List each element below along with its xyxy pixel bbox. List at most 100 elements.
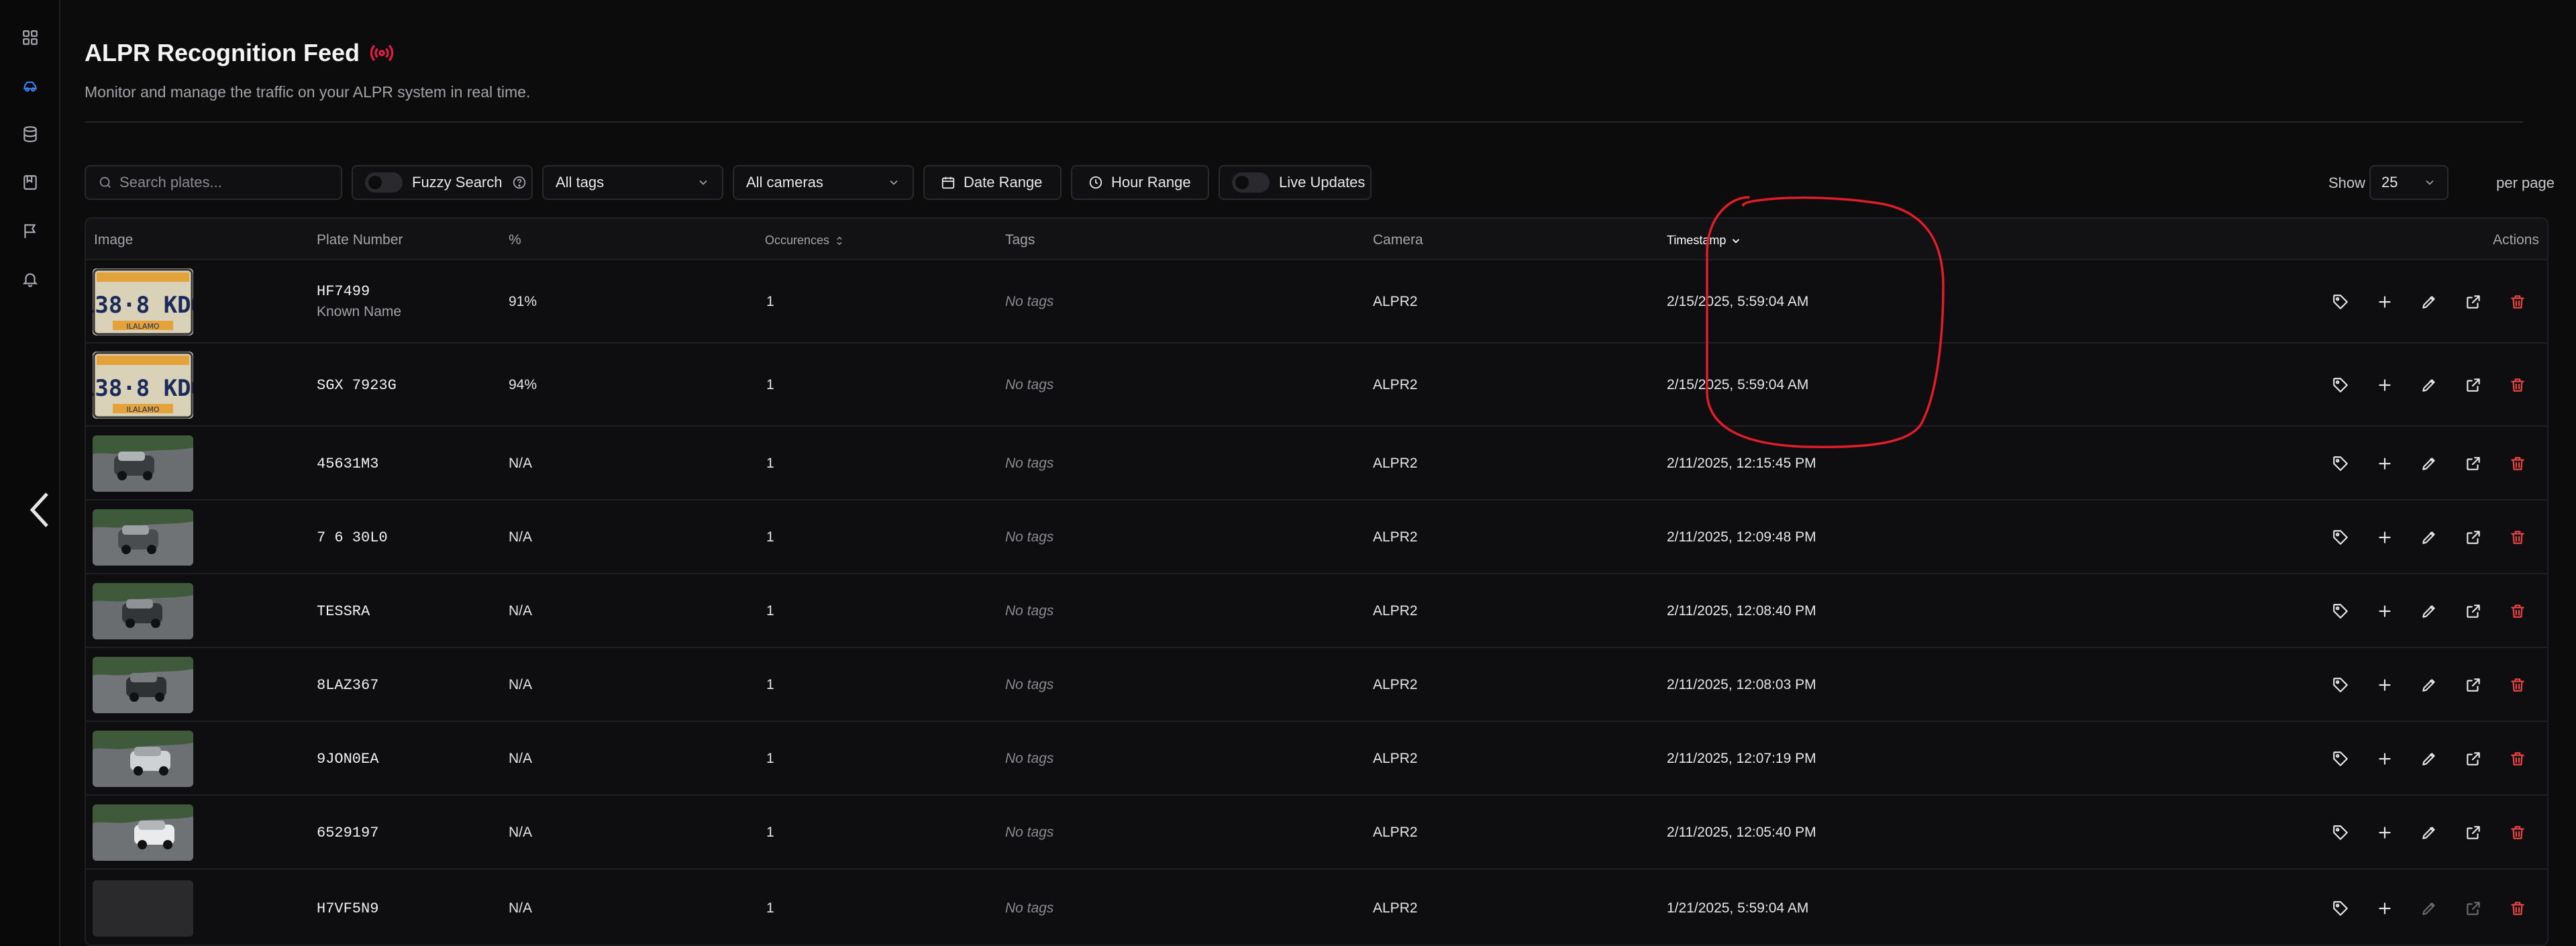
plus-icon[interactable]	[2375, 899, 2394, 918]
plus-icon[interactable]	[2375, 749, 2394, 768]
table-row[interactable]: 138·8 KDO ILALAMO HF7499 Known Name 91% …	[86, 260, 2547, 344]
trash-icon[interactable]	[2508, 823, 2527, 842]
column-plate-number[interactable]: Plate Number	[317, 232, 403, 248]
fuzzy-search-control[interactable]: Fuzzy Search	[352, 165, 533, 200]
book-icon[interactable]	[19, 172, 41, 193]
plate-number[interactable]: H7VF5N9	[317, 900, 378, 917]
search-box[interactable]	[85, 165, 342, 200]
table-row[interactable]: 9JON0EA N/A 1 No tags ALPR2 2/11/2025, 12…	[86, 722, 2547, 796]
trash-icon[interactable]	[2508, 676, 2527, 694]
table-row[interactable]: 45631M3 N/A 1 No tags ALPR2 2/11/2025, 12…	[86, 427, 2547, 501]
table-row[interactable]: TESSRA N/A 1 No tags ALPR2 2/11/2025, 12:…	[86, 574, 2547, 648]
bell-icon[interactable]	[19, 268, 41, 290]
table-row[interactable]: 7 6 30L0 N/A 1 No tags ALPR2 2/11/2025, 1…	[86, 501, 2547, 574]
vehicle-image[interactable]	[93, 804, 193, 861]
plate-number[interactable]: 9JON0EA	[317, 751, 378, 768]
tag-icon[interactable]	[2331, 899, 2350, 918]
pencil-icon[interactable]	[2420, 749, 2438, 768]
flag-icon[interactable]	[19, 220, 41, 242]
trash-icon[interactable]	[2508, 376, 2527, 395]
per-page-value: 25	[2381, 174, 2398, 191]
external-link-icon[interactable]	[2464, 376, 2483, 395]
plate-number[interactable]: 6529197	[317, 825, 378, 841]
tag-icon[interactable]	[2331, 376, 2350, 395]
tag-icon[interactable]	[2331, 528, 2350, 547]
plate-image[interactable]: 138·8 KDO ILALAMO	[93, 268, 193, 335]
plate-number[interactable]: 7 6 30L0	[317, 529, 388, 546]
live-updates-toggle[interactable]	[1232, 172, 1270, 193]
search-input[interactable]	[119, 174, 334, 191]
live-updates-control[interactable]: Live Updates	[1219, 165, 1372, 200]
plate-number[interactable]: TESSRA	[317, 603, 370, 620]
trash-icon[interactable]	[2508, 899, 2527, 918]
database-icon[interactable]	[19, 123, 41, 145]
help-icon[interactable]	[512, 175, 527, 190]
vehicle-image[interactable]	[93, 657, 193, 713]
column-percent[interactable]: %	[509, 232, 521, 248]
vehicle-image[interactable]	[93, 583, 193, 639]
trash-icon[interactable]	[2508, 528, 2527, 547]
column-timestamp[interactable]: Timestamp	[1667, 233, 1742, 248]
plus-icon[interactable]	[2375, 293, 2394, 311]
pencil-icon[interactable]	[2420, 528, 2438, 547]
car-icon[interactable]	[19, 75, 41, 97]
external-link-icon[interactable]	[2464, 749, 2483, 768]
plus-icon[interactable]	[2375, 454, 2394, 473]
tag-icon[interactable]	[2331, 823, 2350, 842]
table-row[interactable]: 138·8 KDO ILALAMOSGX 7923G94% 1 No tags …	[86, 344, 2547, 427]
hour-range-button[interactable]: Hour Range	[1071, 165, 1209, 200]
tag-icon[interactable]	[2331, 293, 2350, 311]
plate-number[interactable]: 8LAZ367	[317, 677, 378, 694]
external-link-icon[interactable]	[2464, 528, 2483, 547]
external-link-icon[interactable]	[2464, 676, 2483, 694]
tag-icon[interactable]	[2331, 602, 2350, 621]
pencil-icon[interactable]	[2420, 293, 2438, 311]
plus-icon[interactable]	[2375, 376, 2394, 395]
plate-number[interactable]: 45631M3	[317, 456, 378, 472]
external-link-icon[interactable]	[2464, 602, 2483, 621]
per-page-select[interactable]: 25	[2369, 165, 2449, 200]
pencil-icon[interactable]	[2420, 602, 2438, 621]
tags-cell: No tags	[1005, 456, 1054, 471]
plate-number[interactable]: SGX 7923G	[317, 377, 397, 394]
plus-icon[interactable]	[2375, 823, 2394, 842]
column-camera[interactable]: Camera	[1373, 232, 1423, 248]
plate-number[interactable]: HF7499	[317, 283, 401, 300]
tag-icon[interactable]	[2331, 454, 2350, 473]
external-link-icon[interactable]	[2464, 823, 2483, 842]
plus-icon[interactable]	[2375, 676, 2394, 694]
trash-icon[interactable]	[2508, 293, 2527, 311]
plus-icon[interactable]	[2375, 602, 2394, 621]
plus-icon[interactable]	[2375, 528, 2394, 547]
trash-icon[interactable]	[2508, 749, 2527, 768]
pencil-icon[interactable]	[2420, 823, 2438, 842]
camera-filter-select[interactable]: All cameras	[733, 165, 914, 200]
table-row[interactable]: H7VF5N9 N/A 1 No tags ALPR2 1/21/2025, 5:…	[86, 870, 2547, 945]
trash-icon[interactable]	[2508, 602, 2527, 621]
tag-icon[interactable]	[2331, 676, 2350, 694]
external-link-icon[interactable]	[2464, 899, 2483, 918]
column-occurrences[interactable]: Occurences	[765, 233, 845, 248]
external-link-icon[interactable]	[2464, 293, 2483, 311]
tag-icon[interactable]	[2331, 749, 2350, 768]
vehicle-image[interactable]	[93, 435, 193, 492]
table-row[interactable]: 6529197 N/A 1 No tags ALPR2 2/11/2025, 12…	[86, 796, 2547, 870]
plate-image[interactable]: 138·8 KDO ILALAMO	[93, 352, 193, 419]
date-range-button[interactable]: Date Range	[923, 165, 1062, 200]
chevron-down-icon	[1733, 238, 1740, 244]
pencil-icon[interactable]	[2420, 899, 2438, 918]
fuzzy-search-toggle[interactable]	[365, 172, 403, 193]
table-row[interactable]: 8LAZ367 N/A 1 No tags ALPR2 2/11/2025, 12…	[86, 648, 2547, 722]
vehicle-image[interactable]	[93, 731, 193, 787]
row-actions	[2331, 749, 2527, 768]
pencil-icon[interactable]	[2420, 376, 2438, 395]
timestamp-cell: 2/11/2025, 12:15:45 PM	[1667, 456, 1816, 471]
pencil-icon[interactable]	[2420, 676, 2438, 694]
trash-icon[interactable]	[2508, 454, 2527, 473]
pencil-icon[interactable]	[2420, 454, 2438, 473]
dashboard-icon[interactable]	[19, 27, 41, 48]
external-link-icon[interactable]	[2464, 454, 2483, 473]
tags-filter-select[interactable]: All tags	[542, 165, 723, 200]
vehicle-image[interactable]	[93, 509, 193, 566]
previous-arrow-icon[interactable]	[25, 490, 55, 530]
